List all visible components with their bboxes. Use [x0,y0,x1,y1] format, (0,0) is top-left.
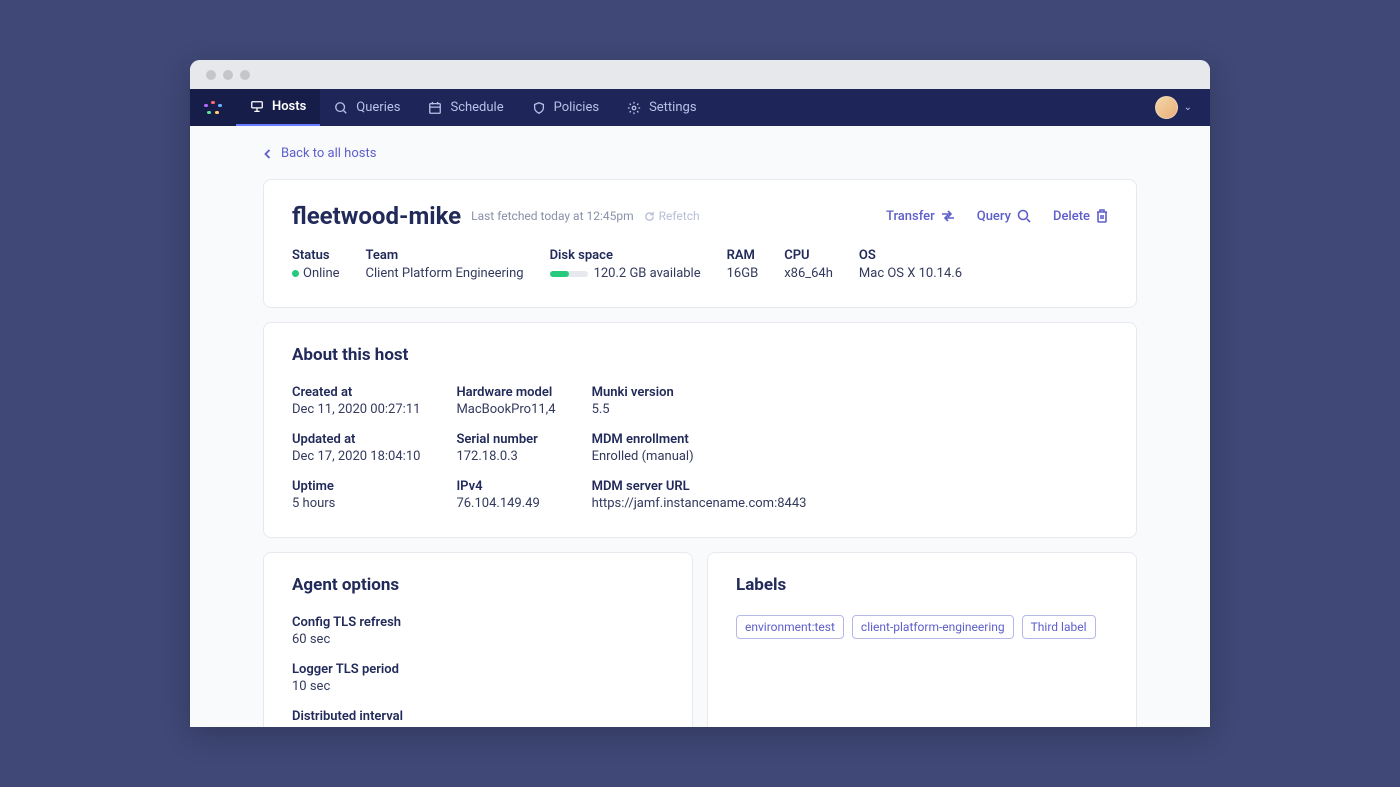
label-badge[interactable]: Third label [1022,615,1096,639]
chevron-down-icon: ⌄ [1184,102,1192,113]
host-header: fleetwood-mike Last fetched today at 12:… [292,202,1108,230]
labels-title: Labels [736,575,1108,595]
app-window: Hosts Queries Schedule Policies Settings… [190,60,1210,727]
agent-item: Logger TLS period10 sec [292,662,664,694]
transfer-icon [941,210,955,222]
about-col-2: Hardware modelMacBookPro11,4 Serial numb… [456,385,555,511]
traffic-light-zoom[interactable] [240,70,250,80]
about-item: Hardware modelMacBookPro11,4 [456,385,555,417]
query-button[interactable]: Query [977,209,1031,224]
transfer-button[interactable]: Transfer [886,209,955,224]
hosts-icon [250,100,264,114]
about-item: Created atDec 11, 2020 00:27:11 [292,385,420,417]
about-col-1: Created atDec 11, 2020 00:27:11 Updated … [292,385,420,511]
settings-icon [627,101,641,115]
os-stat: OS Mac OS X 10.14.6 [859,248,962,281]
labels-list: environment:test client-platform-enginee… [736,615,1108,639]
nav-label: Settings [649,100,696,115]
disk-stat: Disk space 120.2 GB available [550,248,701,281]
window-titlebar [190,60,1210,89]
nav-queries[interactable]: Queries [320,89,414,126]
app-logo[interactable] [190,89,236,126]
labels-card: Labels environment:test client-platform-… [707,552,1137,727]
delete-button[interactable]: Delete [1053,209,1108,224]
status-stat: Status Online [292,248,340,281]
team-stat: Team Client Platform Engineering [366,248,524,281]
host-actions: Transfer Query Delete [886,209,1108,224]
policies-icon [532,101,546,115]
about-item: MDM server URLhttps://jamf.instancename.… [592,479,807,511]
cpu-stat: CPU x86_64h [784,248,833,281]
disk-bar-icon [550,271,588,277]
logo-icon [204,101,222,115]
query-icon [1017,209,1031,223]
nav-label: Policies [554,100,599,115]
about-item: Munki version5.5 [592,385,807,417]
about-title: About this host [292,345,1108,365]
nav-label: Queries [356,100,400,115]
backlink-label: Back to all hosts [281,146,376,161]
user-menu[interactable]: ⌄ [1155,89,1210,126]
agent-list: Config TLS refresh60 sec Logger TLS peri… [292,615,664,727]
about-item: Serial number172.18.0.3 [456,432,555,464]
schedule-icon [428,101,442,115]
nav-label: Hosts [272,99,306,114]
nav-policies[interactable]: Policies [518,89,613,126]
back-to-hosts-link[interactable]: Back to all hosts [263,126,1137,179]
host-name: fleetwood-mike [292,202,461,230]
status-dot-icon [292,270,299,277]
host-stats: Status Online Team Client Platform Engin… [292,248,1108,281]
host-summary-card: fleetwood-mike Last fetched today at 12:… [263,179,1137,308]
ram-stat: RAM 16GB [727,248,759,281]
about-grid: Created atDec 11, 2020 00:27:11 Updated … [292,385,1108,511]
about-item: Uptime5 hours [292,479,420,511]
nav-settings[interactable]: Settings [613,89,710,126]
about-item: IPv476.104.149.49 [456,479,555,511]
about-col-3: Munki version5.5 MDM enrollmentEnrolled … [592,385,807,511]
label-badge[interactable]: environment:test [736,615,844,639]
chevron-left-icon [263,149,273,159]
last-fetched: Last fetched today at 12:45pm [471,209,634,223]
refresh-icon [644,211,655,222]
refetch-button[interactable]: Refetch [644,209,700,223]
agent-options-card: Agent options Config TLS refresh60 sec L… [263,552,693,727]
nav-label: Schedule [450,100,503,115]
nav-schedule[interactable]: Schedule [414,89,517,126]
agent-item: Distributed interval10 sec [292,709,664,727]
traffic-light-minimize[interactable] [223,70,233,80]
avatar [1155,96,1178,119]
traffic-light-close[interactable] [206,70,216,80]
label-badge[interactable]: client-platform-engineering [852,615,1014,639]
about-card: About this host Created atDec 11, 2020 0… [263,322,1137,538]
about-item: Updated atDec 17, 2020 18:04:10 [292,432,420,464]
queries-icon [334,101,348,115]
about-item: MDM enrollmentEnrolled (manual) [592,432,807,464]
agent-item: Config TLS refresh60 sec [292,615,664,647]
top-nav: Hosts Queries Schedule Policies Settings… [190,89,1210,126]
page-content: Back to all hosts fleetwood-mike Last fe… [190,126,1210,727]
nav-hosts[interactable]: Hosts [236,89,320,126]
bottom-row: Agent options Config TLS refresh60 sec L… [263,552,1137,727]
trash-icon [1096,209,1108,223]
agent-title: Agent options [292,575,664,595]
